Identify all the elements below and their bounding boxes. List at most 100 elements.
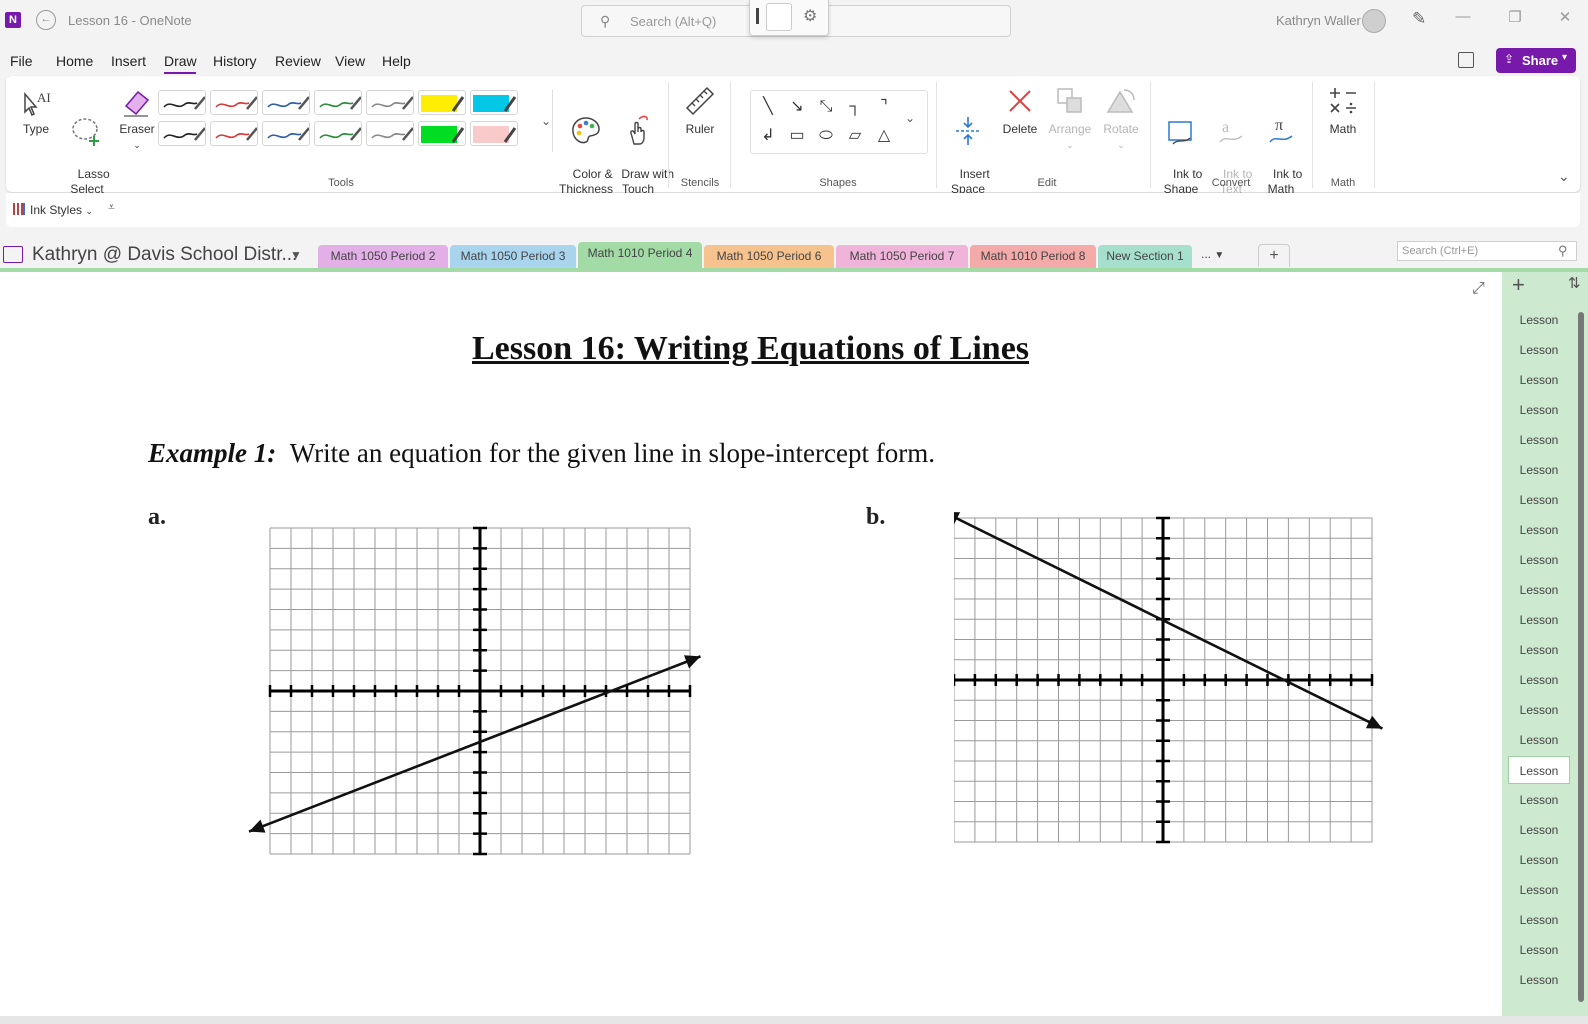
pen-swatch[interactable] xyxy=(314,90,362,115)
pen-swatch[interactable] xyxy=(210,121,258,146)
user-name[interactable]: Kathryn Waller xyxy=(1276,13,1361,28)
customize-toolbar-icon[interactable]: ⩡ xyxy=(108,200,115,215)
triangle-shape-icon[interactable]: △ xyxy=(871,123,897,149)
menu-home[interactable]: Home xyxy=(56,53,93,69)
chevron-down-icon[interactable]: ⌄ xyxy=(541,114,551,128)
page-list-item[interactable]: Lesson xyxy=(1508,546,1570,574)
page-list-item[interactable]: Lesson xyxy=(1508,426,1570,454)
notebooks-icon[interactable] xyxy=(1458,52,1474,68)
notebook-name[interactable]: Kathryn @ Davis School Distr... xyxy=(32,244,297,266)
page-list-item[interactable]: Lesson xyxy=(1508,666,1570,694)
avatar[interactable] xyxy=(1362,9,1386,33)
page-list-item[interactable]: Lesson xyxy=(1508,726,1570,754)
ink-styles-button[interactable]: Ink Styles ⌄ xyxy=(30,203,93,217)
pen-swatch[interactable] xyxy=(470,121,518,146)
section-tab[interactable]: Math 1010 Period 8 xyxy=(970,245,1096,268)
chevron-down-icon[interactable]: ▾ xyxy=(1562,52,1567,63)
gear-icon[interactable]: ⚙ xyxy=(803,6,817,26)
page-list-item[interactable]: Lesson xyxy=(1508,786,1570,814)
page-list-item[interactable]: Lesson xyxy=(1508,516,1570,544)
pen-swatch[interactable] xyxy=(366,90,414,115)
pen-grip-icon[interactable] xyxy=(756,8,759,24)
line-shape-icon[interactable]: ╲ xyxy=(755,94,781,120)
eraser-button[interactable]: Eraser ⌄ xyxy=(112,84,162,153)
page-list-item[interactable]: Lesson xyxy=(1508,756,1570,784)
minimize-icon[interactable]: — xyxy=(1448,8,1478,25)
section-tab[interactable]: Math 1050 Period 3 xyxy=(450,245,576,268)
expand-icon[interactable]: ⤢ xyxy=(1472,280,1485,298)
pen-swatch[interactable] xyxy=(314,121,362,146)
section-tab[interactable]: New Section 1 xyxy=(1098,245,1192,268)
corner-arrow-shape-icon[interactable]: ⌝ xyxy=(871,94,897,120)
pen-swatch[interactable] xyxy=(158,121,206,146)
search-icon[interactable]: ⚲ xyxy=(1558,243,1568,259)
ruler-button[interactable]: Ruler xyxy=(676,84,724,137)
pen-swatch[interactable] xyxy=(418,121,466,146)
math-button[interactable]: Math xyxy=(1318,84,1368,137)
section-tab[interactable]: Math 1050 Period 2 xyxy=(318,245,448,268)
menu-view[interactable]: View xyxy=(335,53,365,69)
pen-swatch[interactable] xyxy=(766,3,792,31)
menu-history[interactable]: History xyxy=(213,53,257,69)
share-button[interactable]: ⇪ Share ▾ xyxy=(1496,48,1576,73)
menu-insert[interactable]: Insert xyxy=(111,53,146,69)
section-tab[interactable]: Math 1050 Period 6 xyxy=(704,245,834,268)
chevron-down-icon[interactable]: ⌄ xyxy=(905,111,915,125)
page-list-item[interactable]: Lesson xyxy=(1508,696,1570,724)
page-list-item[interactable]: Lesson xyxy=(1508,366,1570,394)
sort-icon[interactable]: ⇅ xyxy=(1568,274,1581,292)
notebook-icon[interactable] xyxy=(3,246,23,263)
section-tab[interactable]: Math 1010 Period 4 xyxy=(578,242,702,270)
page-list-item[interactable]: Lesson xyxy=(1508,876,1570,904)
chevron-down-icon[interactable]: ▼ xyxy=(290,248,302,262)
page-list-scrollbar[interactable] xyxy=(1578,312,1584,1002)
pen-swatch[interactable] xyxy=(262,121,310,146)
type-button[interactable]: AI Type xyxy=(14,84,58,137)
page-list-item[interactable]: Lesson xyxy=(1508,936,1570,964)
page-list-item[interactable]: Lesson xyxy=(1508,606,1570,634)
collapse-ribbon-icon[interactable]: ⌄ xyxy=(1558,168,1570,185)
delete-button[interactable]: Delete xyxy=(996,84,1044,137)
page-list-item[interactable]: Lesson xyxy=(1508,336,1570,364)
elbow-shape-icon[interactable]: ↲ xyxy=(755,123,781,149)
menu-draw[interactable]: Draw xyxy=(164,53,197,69)
corner-shape-icon[interactable]: ┐ xyxy=(842,94,868,120)
page-list-item[interactable]: Lesson xyxy=(1508,846,1570,874)
page-search-input[interactable]: Search (Ctrl+E) ⚲ xyxy=(1397,241,1577,261)
page-list-item[interactable]: Lesson xyxy=(1508,816,1570,844)
chevron-down-icon[interactable]: ⌄ xyxy=(133,140,141,150)
rotate-button[interactable]: Rotate ⌄ xyxy=(1096,84,1146,153)
more-sections-button[interactable]: ... ▼ xyxy=(1201,247,1224,261)
restore-icon[interactable]: ❐ xyxy=(1500,8,1530,26)
menu-review[interactable]: Review xyxy=(275,53,321,69)
pen-swatch[interactable] xyxy=(210,90,258,115)
page-canvas[interactable]: ⤢ Lesson 16: Writing Equations of Lines … xyxy=(0,272,1502,1016)
page-list-item[interactable]: Lesson xyxy=(1508,456,1570,484)
pen-swatch[interactable] xyxy=(470,90,518,115)
page-list-item[interactable]: Lesson xyxy=(1508,576,1570,604)
rectangle-shape-icon[interactable]: ▭ xyxy=(784,123,810,149)
add-page-icon[interactable]: + xyxy=(1512,272,1525,298)
pen-swatch[interactable] xyxy=(262,90,310,115)
double-arrow-shape-icon[interactable]: ⤡ xyxy=(813,94,839,120)
pen-icon[interactable]: ✎ xyxy=(1412,9,1426,29)
page-list-item[interactable]: Lesson xyxy=(1508,486,1570,514)
section-tab[interactable]: Math 1050 Period 7 xyxy=(836,245,968,268)
pen-swatch[interactable] xyxy=(418,90,466,115)
menu-file[interactable]: File xyxy=(10,53,33,69)
page-list-item[interactable]: Lesson xyxy=(1508,636,1570,664)
page-list-item[interactable]: Lesson xyxy=(1508,966,1570,994)
page-list-item[interactable]: Lesson xyxy=(1508,306,1570,334)
arrow-shape-icon[interactable]: ↘ xyxy=(784,94,810,120)
pen-swatch[interactable] xyxy=(158,90,206,115)
pen-swatch[interactable] xyxy=(366,121,414,146)
back-icon[interactable]: ← xyxy=(36,10,56,30)
parallelogram-shape-icon[interactable]: ▱ xyxy=(842,123,868,149)
close-icon[interactable]: ✕ xyxy=(1550,8,1580,26)
menu-help[interactable]: Help xyxy=(382,53,411,69)
ellipse-shape-icon[interactable]: ⬭ xyxy=(813,123,839,149)
page-list-item[interactable]: Lesson xyxy=(1508,906,1570,934)
add-section-button[interactable]: + xyxy=(1258,244,1290,267)
arrange-button[interactable]: Arrange ⌄ xyxy=(1044,84,1096,153)
page-list-item[interactable]: Lesson xyxy=(1508,396,1570,424)
